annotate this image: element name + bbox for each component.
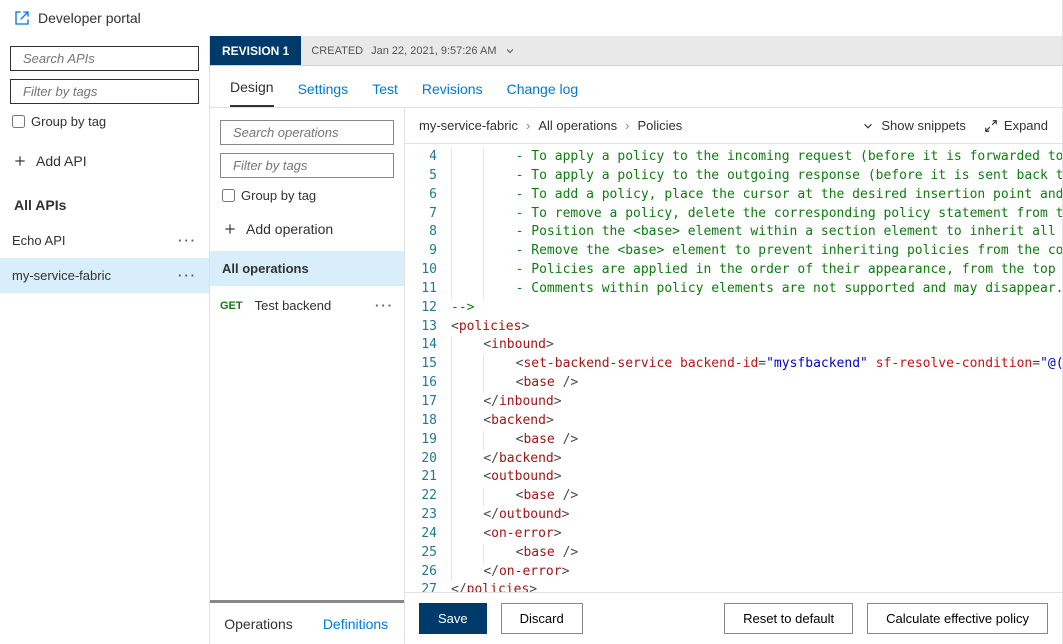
sidebar-api-item[interactable]: Echo API ···: [0, 223, 209, 258]
breadcrumb-separator: ›: [526, 118, 530, 133]
plus-icon: [12, 153, 28, 169]
tab-test[interactable]: Test: [372, 81, 398, 107]
ops-group-by-tag-label: Group by tag: [241, 188, 316, 203]
add-operation-label: Add operation: [246, 221, 333, 237]
tab-settings[interactable]: Settings: [298, 81, 349, 107]
design-tabs: Design Settings Test Revisions Change log: [210, 66, 1062, 108]
all-apis-title: All APIs: [14, 197, 195, 213]
breadcrumb: my-service-fabric › All operations › Policie…: [419, 118, 682, 133]
add-operation[interactable]: Add operation: [222, 221, 392, 237]
code-editor[interactable]: 4567891011121314151617181920212223242526…: [405, 144, 1062, 592]
external-link-icon: [14, 10, 30, 26]
api-sidebar: Group by tag Add API All APIs Echo API ··…: [0, 36, 210, 644]
operation-name: Test backend: [255, 298, 332, 313]
developer-portal-link[interactable]: Developer portal: [0, 0, 1062, 36]
search-apis[interactable]: [10, 46, 199, 71]
tab-change-log[interactable]: Change log: [507, 81, 579, 107]
chevron-down-icon: [861, 119, 875, 133]
chevron-down-icon: [504, 45, 516, 57]
breadcrumb-item: Policies: [637, 118, 682, 133]
operation-context-menu[interactable]: ···: [375, 298, 394, 313]
ops-tab-definitions[interactable]: Definitions: [307, 606, 404, 642]
revision-created: Jan 22, 2021, 9:57:26 AM: [371, 45, 496, 57]
search-operations[interactable]: [220, 120, 394, 145]
api-name: my-service-fabric: [12, 268, 111, 283]
save-button[interactable]: Save: [419, 603, 487, 634]
revision-bar: REVISION 1 CREATED Jan 22, 2021, 9:57:26…: [210, 36, 1062, 66]
revision-created-prefix: CREATED: [311, 45, 363, 57]
search-operations-input[interactable]: [233, 125, 411, 140]
developer-portal-label: Developer portal: [38, 10, 141, 26]
api-context-menu[interactable]: ···: [178, 268, 197, 283]
filter-apis-input[interactable]: [23, 84, 201, 99]
filter-operations[interactable]: [220, 153, 394, 178]
expand-editor[interactable]: Expand: [984, 118, 1048, 133]
search-apis-input[interactable]: [23, 51, 201, 66]
show-snippets-label: Show snippets: [881, 118, 966, 133]
add-api[interactable]: Add API: [12, 153, 197, 169]
plus-icon: [222, 221, 238, 237]
line-gutter: 4567891011121314151617181920212223242526…: [405, 144, 445, 592]
all-operations-header[interactable]: All operations: [210, 251, 404, 286]
expand-label: Expand: [1004, 118, 1048, 133]
filter-operations-input[interactable]: [233, 158, 411, 173]
http-verb: GET: [220, 300, 243, 312]
discard-button[interactable]: Discard: [501, 603, 583, 634]
ops-tab-operations[interactable]: Operations: [210, 606, 307, 642]
sidebar-api-item[interactable]: my-service-fabric ···: [0, 258, 209, 293]
ops-group-by-tag[interactable]: Group by tag: [222, 188, 392, 203]
breadcrumb-item[interactable]: my-service-fabric: [419, 118, 518, 133]
api-context-menu[interactable]: ···: [178, 233, 197, 248]
revision-meta[interactable]: CREATED Jan 22, 2021, 9:57:26 AM: [301, 45, 526, 57]
filter-apis[interactable]: [10, 79, 199, 104]
group-by-tag-checkbox[interactable]: [12, 115, 25, 128]
revision-pill[interactable]: REVISION 1: [210, 36, 301, 65]
group-by-tag[interactable]: Group by tag: [12, 114, 197, 129]
operation-row[interactable]: GET Test backend ···: [210, 286, 404, 325]
code-body[interactable]: - To apply a policy to the incoming requ…: [445, 144, 1062, 592]
expand-icon: [984, 119, 998, 133]
tab-design[interactable]: Design: [230, 79, 274, 107]
policy-editor: my-service-fabric › All operations › Policie…: [405, 108, 1062, 644]
tab-revisions[interactable]: Revisions: [422, 81, 483, 107]
ops-group-by-tag-checkbox[interactable]: [222, 189, 235, 202]
show-snippets[interactable]: Show snippets: [861, 118, 966, 133]
breadcrumb-item[interactable]: All operations: [538, 118, 617, 133]
editor-footer: Save Discard Reset to default Calculate …: [405, 592, 1062, 644]
calc-effective-policy-button[interactable]: Calculate effective policy: [867, 603, 1048, 634]
breadcrumb-separator: ›: [625, 118, 629, 133]
operations-bottom-tabs: OperationsDefinitions: [210, 602, 404, 644]
api-name: Echo API: [12, 233, 65, 248]
group-by-tag-label: Group by tag: [31, 114, 106, 129]
reset-default-button[interactable]: Reset to default: [724, 603, 853, 634]
add-api-label: Add API: [36, 153, 87, 169]
operations-panel: Group by tag Add operation All operation…: [210, 108, 405, 644]
